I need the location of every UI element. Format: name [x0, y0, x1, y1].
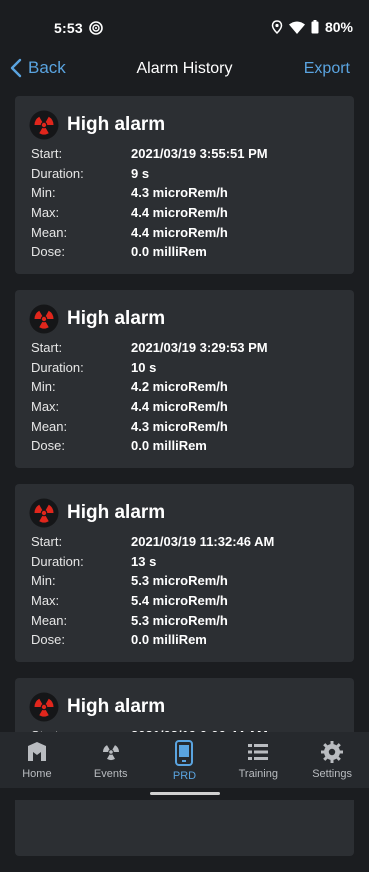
list-icon [248, 744, 269, 760]
start-value: 2021/03/19 3:29:53 PM [131, 340, 268, 356]
mean-label: Mean: [31, 224, 68, 240]
status-bar: 5:53 80% [0, 0, 369, 52]
min-label: Min: [31, 573, 56, 589]
mean-value: 4.4 microRem/h [131, 224, 228, 240]
duration-label: Duration: [31, 359, 84, 375]
alarm-title: High alarm [67, 502, 166, 523]
start-row: Start: 2021/03/19 3:55:51 PM [31, 144, 354, 164]
export-button[interactable]: Export [304, 60, 350, 78]
app-notification-icon [89, 21, 103, 35]
tab-home[interactable]: Home [0, 732, 74, 788]
duration-row: Duration: 9 s [31, 164, 354, 184]
dose-row: Dose: 0.0 milliRem [31, 242, 354, 262]
device-icon [175, 740, 194, 766]
battery-percent: 80% [324, 19, 353, 35]
duration-value: 9 s [131, 165, 150, 181]
dose-value: 0.0 milliRem [131, 244, 207, 260]
start-label: Start: [31, 534, 63, 550]
min-row: Min: 4.2 microRem/h [31, 377, 354, 397]
start-value: 2021/03/19 3:55:51 PM [131, 146, 268, 162]
mean-value: 5.3 microRem/h [131, 612, 228, 628]
start-label: Start: [31, 146, 63, 162]
max-value: 4.4 microRem/h [131, 205, 228, 221]
location-icon [271, 20, 283, 34]
dose-row: Dose: 0.0 milliRem [31, 436, 354, 456]
dose-label: Dose: [31, 244, 65, 260]
dose-label: Dose: [31, 632, 65, 648]
radiation-icon [29, 498, 59, 528]
duration-value: 10 s [131, 359, 157, 375]
max-label: Max: [31, 205, 60, 221]
wifi-icon [288, 21, 305, 34]
min-row: Min: 5.3 microRem/h [31, 571, 354, 591]
mean-label: Mean: [31, 418, 68, 434]
min-row: Min: 4.3 microRem/h [31, 183, 354, 203]
alarm-card[interactable]: High alarm Start: 2021/03/19 11:32:46 AM … [15, 484, 354, 662]
tab-events[interactable]: Events [74, 732, 148, 788]
max-row: Max: 5.4 microRem/h [31, 591, 354, 611]
alarm-card-header: High alarm [29, 304, 354, 334]
duration-row: Duration: 13 s [31, 552, 354, 572]
status-indicators: 80% [271, 19, 353, 35]
max-label: Max: [31, 399, 60, 415]
max-label: Max: [31, 593, 60, 609]
tab-settings[interactable]: Settings [295, 732, 369, 788]
start-value: 2021/03/19 11:32:46 AM [131, 534, 275, 550]
home-indicator[interactable] [150, 792, 220, 795]
alarm-card-header: High alarm [29, 498, 354, 528]
alarm-card[interactable]: High alarm Start: 2021/03/19 3:29:53 PM D… [15, 290, 354, 468]
duration-label: Duration: [31, 553, 84, 569]
status-time: 5:53 [54, 20, 83, 36]
start-row: Start: 2021/03/19 3:29:53 PM [31, 338, 354, 358]
radiation-icon [29, 304, 59, 334]
start-label: Start: [31, 340, 63, 356]
alarm-title: High alarm [67, 114, 166, 135]
alarm-card[interactable]: High alarm Start: 2021/03/19 3:55:51 PM D… [15, 96, 354, 274]
mean-row: Mean: 5.3 microRem/h [31, 610, 354, 630]
gear-icon [321, 741, 344, 763]
dose-row: Dose: 0.0 milliRem [31, 630, 354, 650]
mean-row: Mean: 4.3 microRem/h [31, 416, 354, 436]
tab-training-label: Training [238, 768, 278, 780]
navigation-bar: Back Alarm History Export [0, 52, 369, 88]
tab-training[interactable]: Training [221, 732, 295, 788]
home-icon [27, 742, 46, 761]
max-row: Max: 4.4 microRem/h [31, 203, 354, 223]
dose-value: 0.0 milliRem [131, 438, 207, 454]
max-value: 5.4 microRem/h [131, 593, 228, 609]
tab-prd-label: PRD [172, 770, 197, 782]
bottom-tab-bar: Home Events PRD Training Settings [0, 732, 369, 788]
min-value: 4.3 microRem/h [131, 185, 228, 201]
min-value: 4.2 microRem/h [131, 379, 228, 395]
max-value: 4.4 microRem/h [131, 399, 228, 415]
duration-value: 13 s [131, 553, 157, 569]
tab-events-label: Events [93, 768, 128, 780]
radiation-icon [29, 692, 59, 722]
min-label: Min: [31, 185, 56, 201]
dose-label: Dose: [31, 438, 65, 454]
tab-home-label: Home [22, 768, 52, 780]
radiation-icon [102, 745, 119, 761]
alarm-title: High alarm [67, 308, 166, 329]
duration-label: Duration: [31, 165, 84, 181]
dose-value: 0.0 milliRem [131, 632, 207, 648]
min-value: 5.3 microRem/h [131, 573, 228, 589]
max-row: Max: 4.4 microRem/h [31, 397, 354, 417]
battery-icon [311, 20, 319, 34]
tab-prd[interactable]: PRD [148, 732, 222, 788]
tab-settings-label: Settings [312, 768, 352, 780]
duration-row: Duration: 10 s [31, 358, 354, 378]
mean-row: Mean: 4.4 microRem/h [31, 222, 354, 242]
alarm-title: High alarm [67, 696, 166, 717]
alarm-card-header: High alarm [29, 692, 354, 722]
alarm-card-header: High alarm [29, 110, 354, 140]
radiation-icon [29, 110, 59, 140]
min-label: Min: [31, 379, 56, 395]
mean-value: 4.3 microRem/h [131, 418, 228, 434]
mean-label: Mean: [31, 612, 68, 628]
start-row: Start: 2021/03/19 11:32:46 AM [31, 532, 354, 552]
